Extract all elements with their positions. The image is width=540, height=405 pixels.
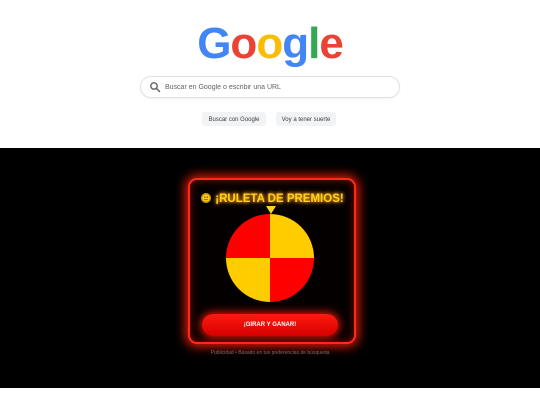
feeling-lucky-button[interactable]: Voy a tener suerte xyxy=(276,112,336,126)
prize-emoji-icon xyxy=(201,193,212,203)
google-logo: Google xyxy=(0,18,540,70)
logo-letter: G xyxy=(197,19,231,68)
logo-letter: o xyxy=(256,19,283,68)
wheel-segment xyxy=(270,214,314,258)
search-input[interactable] xyxy=(163,79,393,96)
prize-wheel-card[interactable]: ¡RULETA DE PREMIOS! ¡GIRAR Y GANAR! xyxy=(188,178,356,344)
prize-wheel[interactable] xyxy=(225,213,315,303)
logo-letter: e xyxy=(319,19,344,68)
ad-banner: ¡RULETA DE PREMIOS! ¡GIRAR Y GANAR! Publ… xyxy=(0,148,540,388)
ad-disclaimer: Publicidad • Basado en tus preferencias … xyxy=(210,350,330,356)
google-search-button[interactable]: Buscar con Google xyxy=(202,112,266,126)
search-icon xyxy=(150,82,161,93)
wheel-segment xyxy=(226,214,270,258)
logo-letter: g xyxy=(282,19,309,68)
logo-letter: o xyxy=(230,19,257,68)
ad-title-text: ¡RULETA DE PREMIOS! xyxy=(215,193,344,205)
wheel-segment xyxy=(226,258,270,302)
wheel-segment xyxy=(270,258,314,302)
logo-letter: l xyxy=(308,19,320,68)
search-box[interactable] xyxy=(140,76,400,98)
ad-title: ¡RULETA DE PREMIOS! xyxy=(190,192,354,205)
spin-and-win-button[interactable]: ¡GIRAR Y GANAR! xyxy=(202,314,338,336)
